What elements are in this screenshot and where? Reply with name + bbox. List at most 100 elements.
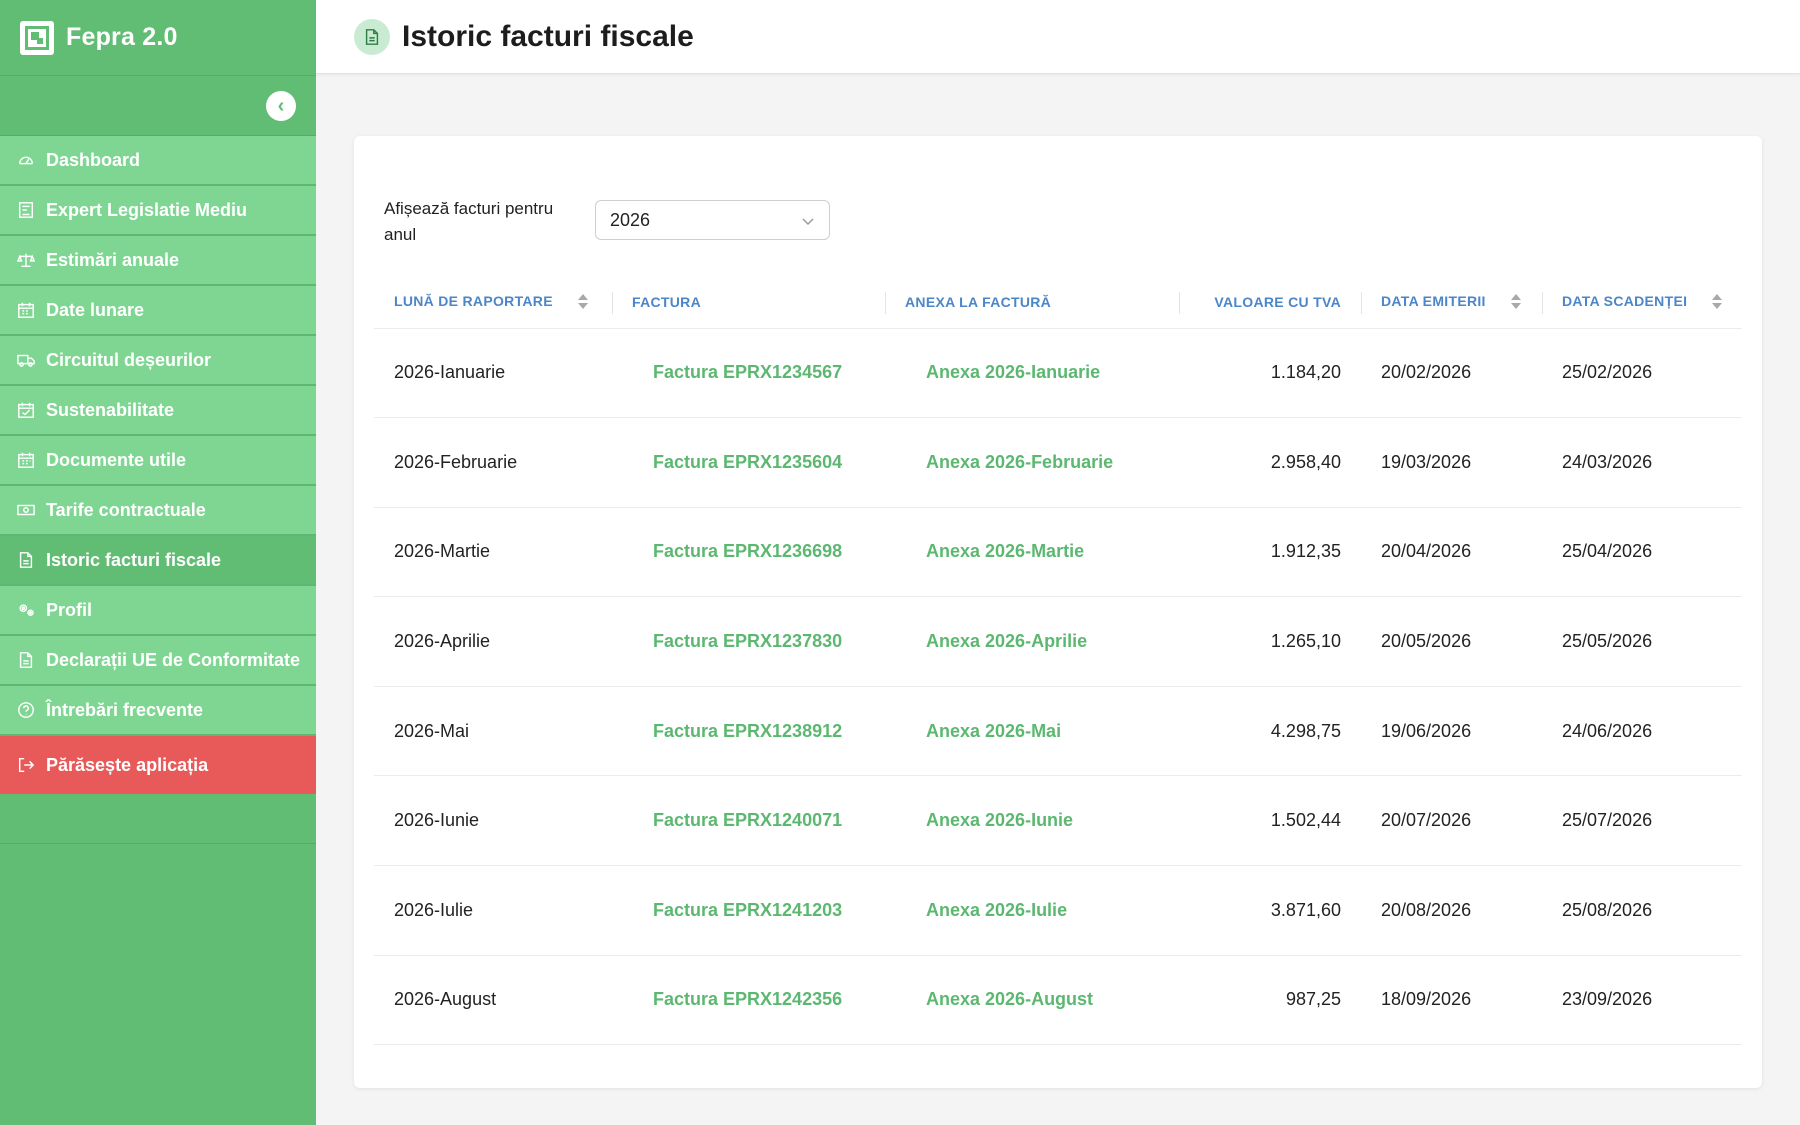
cell-month: 2026-Iulie	[374, 865, 612, 956]
exit-app-button[interactable]: Părăsește aplicația	[0, 736, 316, 794]
file-icon	[354, 18, 390, 55]
sort-icon[interactable]	[1711, 293, 1723, 311]
sidebar-item-profil[interactable]: Profil	[0, 586, 316, 636]
sidebar-item-documente-utile[interactable]: Documente utile	[0, 436, 316, 486]
chevron-left-icon[interactable]: ‹	[266, 91, 296, 121]
sidebar-item-label: Profil	[46, 599, 93, 620]
cell-value: 1.265,10	[1179, 596, 1361, 687]
cell-due-date: 25/02/2026	[1542, 328, 1742, 419]
annex-link[interactable]: Anexa 2026-Martie	[905, 541, 1084, 561]
annex-link[interactable]: Anexa 2026-Iulie	[905, 900, 1067, 920]
cell-month: 2026-August	[374, 955, 612, 1046]
col-header-due-date[interactable]: DATA SCADENȚEI	[1542, 276, 1742, 329]
exit-app-label: Părăsește aplicația	[46, 754, 209, 775]
year-filter-label: Afișează facturi pentru anul	[384, 199, 554, 244]
cell-value: 1.184,20	[1179, 328, 1361, 419]
cell-issue-date: 19/06/2026	[1361, 686, 1542, 777]
cell-month: 2026-Februarie	[374, 417, 612, 508]
calendar-icon	[16, 450, 36, 470]
table-row: 2026-Martie Factura EPRX1236698 Anexa 20…	[374, 507, 1742, 598]
sidebar-item-intrebari-frecvente[interactable]: Întrebări frecvente	[0, 686, 316, 736]
sidebar-item-label: Date lunare	[46, 299, 145, 320]
sidebar-item-expert-legislatie[interactable]: Expert Legislatie Mediu	[0, 186, 316, 236]
sidebar-item-declaratii-ue[interactable]: Declarații UE de Conformitate	[0, 636, 316, 686]
cell-issue-date: 19/03/2026	[1361, 417, 1542, 508]
year-select[interactable]: 2026	[595, 200, 830, 240]
cell-issue-date: 20/04/2026	[1361, 507, 1542, 598]
sidebar: Fepra 2.0 ‹ Dashboard Expert Legislatie …	[0, 0, 316, 1125]
table-row: 2026-August Factura EPRX1242356 Anexa 20…	[374, 955, 1742, 1046]
page-title: Istoric facturi fiscale	[402, 19, 694, 53]
cell-issue-date: 20/07/2026	[1361, 775, 1542, 867]
annex-link[interactable]: Anexa 2026-Iunie	[905, 810, 1073, 830]
cell-month: 2026-Iunie	[374, 775, 612, 867]
calendar-check-icon	[16, 400, 36, 420]
year-select-value: 2026	[610, 209, 651, 230]
sidebar-item-label: Circuitul deșeurilor	[46, 349, 212, 370]
invoice-link[interactable]: Factura EPRX1242356	[632, 989, 842, 1009]
collapse-row: ‹	[0, 76, 316, 136]
invoice-link[interactable]: Factura EPRX1241203	[632, 900, 842, 920]
invoice-link[interactable]: Factura EPRX1234567	[632, 362, 842, 382]
annex-link[interactable]: Anexa 2026-August	[905, 989, 1093, 1009]
col-header-month[interactable]: LUNĂ DE RAPORTARE	[374, 276, 612, 329]
brand[interactable]: Fepra 2.0	[0, 0, 316, 76]
invoice-link[interactable]: Factura EPRX1240071	[632, 810, 842, 830]
col-header-issue-date[interactable]: DATA EMITERII	[1361, 276, 1542, 329]
scale-icon	[16, 250, 36, 270]
invoice-link[interactable]: Factura EPRX1237830	[632, 631, 842, 651]
gears-icon	[16, 600, 36, 620]
invoice-link[interactable]: Factura EPRX1236698	[632, 541, 842, 561]
invoices-table: LUNĂ DE RAPORTARE FACTURA ANEXA LA FACTU…	[374, 276, 1742, 1046]
cell-due-date: 25/07/2026	[1542, 775, 1742, 867]
sidebar-item-label: Declarații UE de Conformitate	[46, 649, 301, 670]
sidebar-item-istoric-facturi[interactable]: Istoric facturi fiscale	[0, 536, 316, 586]
cell-value: 987,25	[1179, 955, 1361, 1046]
page-header: Istoric facturi fiscale	[316, 0, 1800, 74]
table-row: 2026-Aprilie Factura EPRX1237830 Anexa 2…	[374, 596, 1742, 687]
invoice-link[interactable]: Factura EPRX1238912	[632, 721, 842, 741]
cell-month: 2026-Ianuarie	[374, 328, 612, 419]
sidebar-item-label: Documente utile	[46, 449, 187, 470]
cell-due-date: 24/06/2026	[1542, 686, 1742, 777]
gauge-icon	[16, 150, 36, 170]
col-header-annex: ANEXA LA FACTURĂ	[885, 276, 1179, 329]
annex-link[interactable]: Anexa 2026-Februarie	[905, 452, 1113, 472]
logout-icon	[16, 755, 36, 775]
cell-value: 3.871,60	[1179, 865, 1361, 956]
invoice-link[interactable]: Factura EPRX1235604	[632, 452, 842, 472]
sidebar-spacer	[0, 794, 316, 844]
table-row: 2026-Mai Factura EPRX1238912 Anexa 2026-…	[374, 686, 1742, 777]
money-icon	[16, 500, 36, 520]
sidebar-item-sustenabilitate[interactable]: Sustenabilitate	[0, 386, 316, 436]
col-header-value: VALOARE CU TVA	[1179, 276, 1361, 329]
annex-link[interactable]: Anexa 2026-Ianuarie	[905, 362, 1100, 382]
chevron-down-icon	[801, 212, 815, 226]
annex-link[interactable]: Anexa 2026-Aprilie	[905, 631, 1087, 651]
cell-due-date: 25/08/2026	[1542, 865, 1742, 956]
sort-icon[interactable]	[577, 293, 589, 311]
file-icon	[16, 650, 36, 670]
sidebar-item-label: Istoric facturi fiscale	[46, 549, 222, 570]
annex-link[interactable]: Anexa 2026-Mai	[905, 721, 1061, 741]
cell-value: 2.958,40	[1179, 417, 1361, 508]
cell-issue-date: 20/02/2026	[1361, 328, 1542, 419]
sort-icon[interactable]	[1510, 293, 1522, 311]
cell-month: 2026-Aprilie	[374, 596, 612, 687]
sidebar-item-tarife-contractuale[interactable]: Tarife contractuale	[0, 486, 316, 536]
file-icon	[16, 550, 36, 570]
truck-icon	[16, 350, 36, 370]
table-header-row: LUNĂ DE RAPORTARE FACTURA ANEXA LA FACTU…	[374, 276, 1742, 329]
sidebar-item-dashboard[interactable]: Dashboard	[0, 136, 316, 186]
invoices-card: Afișează facturi pentru anul 2026 LUNĂ D…	[354, 136, 1762, 1088]
sidebar-item-label: Tarife contractuale	[46, 499, 206, 520]
sidebar-item-label: Sustenabilitate	[46, 399, 175, 420]
sidebar-item-circuitul-deseurilor[interactable]: Circuitul deșeurilor	[0, 336, 316, 386]
cell-value: 4.298,75	[1179, 686, 1361, 777]
table-row: 2026-Februarie Factura EPRX1235604 Anexa…	[374, 417, 1742, 508]
sidebar-item-date-lunare[interactable]: Date lunare	[0, 286, 316, 336]
cell-due-date: 24/03/2026	[1542, 417, 1742, 508]
cell-due-date: 23/09/2026	[1542, 955, 1742, 1046]
app-logo-icon	[20, 20, 54, 55]
sidebar-item-estimari-anuale[interactable]: Estimări anuale	[0, 236, 316, 286]
